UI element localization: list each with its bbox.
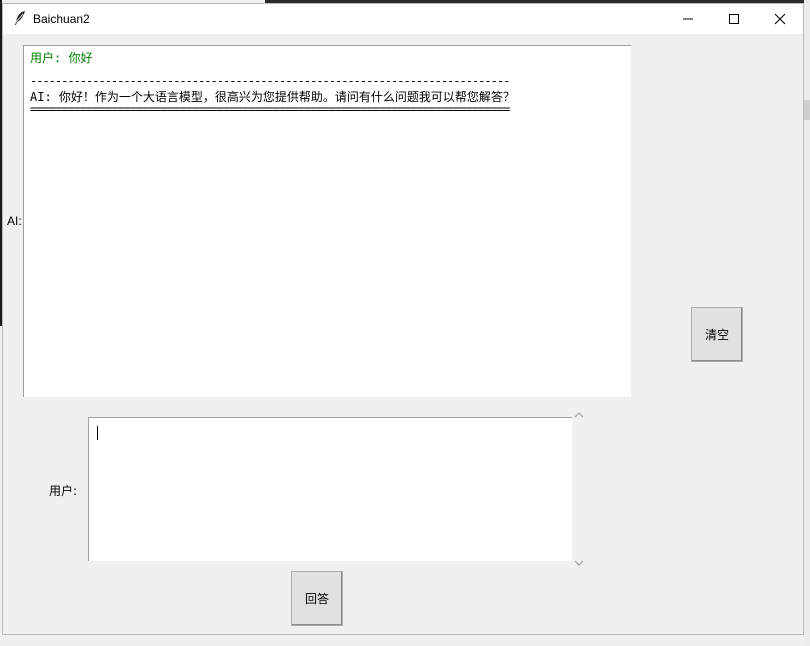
maximize-icon — [729, 14, 739, 24]
app-window: Baichuan2 AI: 用户: 你好 -------------------… — [2, 3, 804, 635]
minimize-icon — [683, 18, 693, 20]
text-caret — [97, 426, 98, 440]
chevron-up-icon[interactable] — [574, 411, 584, 419]
chat-user-message: 用户: 你好 — [30, 51, 93, 65]
chat-separator-dash: ----------------------------------------… — [30, 74, 510, 88]
clear-button[interactable]: 清空 — [691, 307, 743, 362]
feather-icon — [13, 10, 27, 26]
background-selection — [804, 100, 810, 120]
minimize-button[interactable] — [665, 4, 711, 34]
chat-log[interactable]: 用户: 你好 ---------------------------------… — [23, 45, 631, 397]
chevron-down-icon[interactable] — [574, 559, 584, 567]
close-button[interactable] — [757, 4, 803, 34]
input-scrollbar[interactable] — [572, 409, 586, 571]
answer-button[interactable]: 回答 — [291, 571, 343, 626]
close-icon — [774, 13, 786, 25]
user-label: 用户: — [49, 484, 78, 498]
chat-separator-equal: ========================================… — [30, 102, 510, 116]
title-bar[interactable]: Baichuan2 — [3, 4, 803, 34]
desktop-background-right — [804, 0, 810, 646]
ai-label: AI: — [7, 214, 22, 228]
user-input[interactable] — [88, 417, 572, 561]
window-title: Baichuan2 — [33, 12, 90, 26]
maximize-button[interactable] — [711, 4, 757, 34]
